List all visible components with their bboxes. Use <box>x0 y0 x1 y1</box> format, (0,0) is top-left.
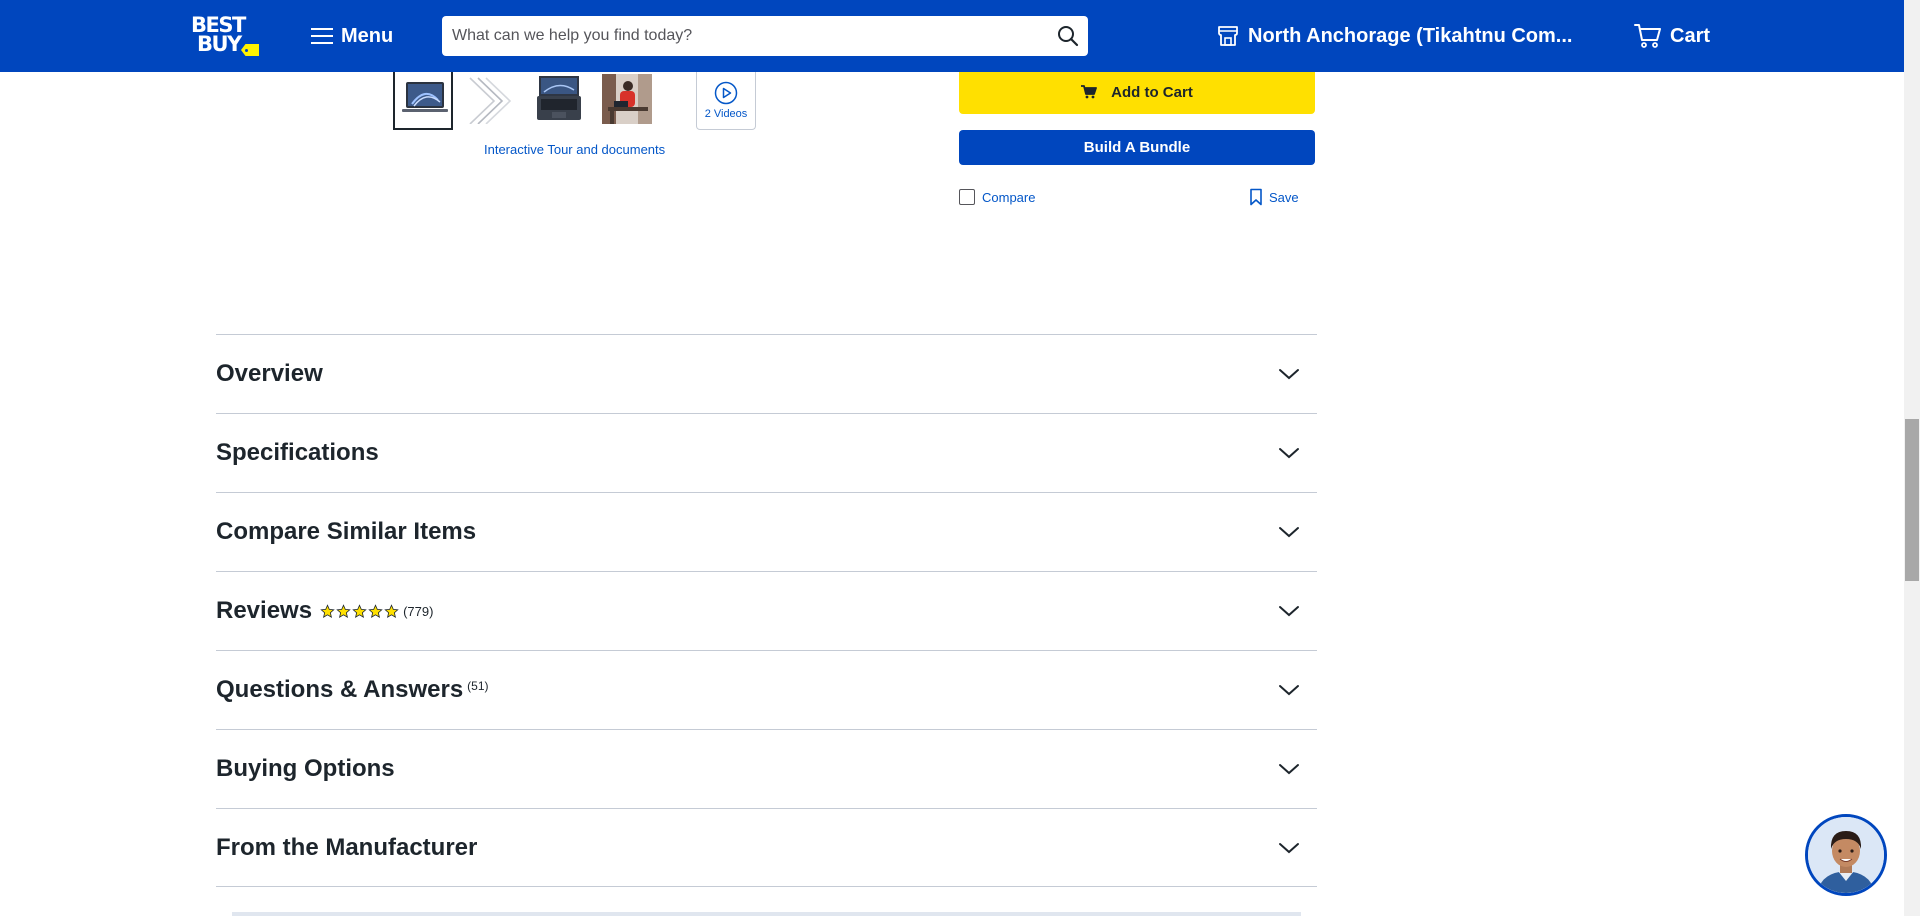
build-a-bundle-label: Build A Bundle <box>1083 139 1191 156</box>
save-button[interactable]: Save <box>1249 188 1299 206</box>
star-rating <box>320 603 399 619</box>
play-icon <box>714 81 738 105</box>
menu-label: Menu <box>341 24 394 47</box>
site-header: BEST BUY Menu What can we help you find … <box>0 0 1904 72</box>
bookmark-icon <box>1250 188 1262 206</box>
laptop-profile-image <box>469 77 512 124</box>
star-icon <box>384 603 399 618</box>
chevron-down-icon <box>1279 527 1299 538</box>
chevron-down-icon <box>1279 606 1299 617</box>
compare-label: Compare <box>982 189 1036 205</box>
assistant-avatar-icon <box>1808 817 1884 893</box>
chevron-down-icon <box>1279 448 1299 459</box>
page-scrollbar-thumb[interactable] <box>1905 419 1919 581</box>
thumbnail-laptop-front[interactable] <box>393 72 453 130</box>
star-icon <box>352 603 367 618</box>
section-title-buying-options: Buying Options <box>216 755 395 782</box>
search-bar <box>442 16 1088 56</box>
best-buy-logo[interactable]: BEST BUY <box>191 15 261 57</box>
qa-meta: (51) <box>467 679 488 693</box>
chevron-down-icon <box>1279 369 1299 380</box>
store-name: North Anchorage (Tikahtnu Com... <box>1248 24 1573 47</box>
chevron-down-icon <box>1279 764 1299 775</box>
videos-label: 2 Videos <box>704 108 748 120</box>
star-icon <box>320 603 335 618</box>
reviews-count: (779) <box>403 603 434 619</box>
star-icon <box>336 603 351 618</box>
thumbnail-laptop-keyboard[interactable] <box>529 72 589 130</box>
cart-icon <box>1081 85 1098 99</box>
laptop-keyboard-image <box>537 76 581 120</box>
save-label: Save <box>1269 189 1299 205</box>
accordion-questions-answers[interactable]: Questions & Answers (51) <box>216 650 1317 729</box>
page: BEST BUY Menu What can we help you find … <box>0 0 1920 916</box>
cart-label: Cart <box>1670 24 1711 47</box>
accordion-reviews[interactable]: Reviews (779) <box>216 571 1317 650</box>
hamburger-icon <box>311 28 333 44</box>
videos-button[interactable]: 2 Videos <box>696 72 756 130</box>
thumbnail-person-using-laptop[interactable] <box>597 72 657 130</box>
accordion-buying-options[interactable]: Buying Options <box>216 729 1317 808</box>
cart-icon <box>1634 24 1661 48</box>
section-title-compare-similar: Compare Similar Items <box>216 518 477 545</box>
logo-line-2: BUY <box>197 32 242 56</box>
thumbnail-laptop-profile[interactable] <box>461 72 521 130</box>
checkbox-icon <box>959 189 975 205</box>
next-section-edge <box>232 912 1301 916</box>
chat-assistant-button[interactable] <box>1805 814 1887 896</box>
cart-button[interactable]: Cart <box>1634 20 1710 52</box>
section-title-from-manufacturer: From the Manufacturer <box>216 833 478 861</box>
menu-button[interactable]: Menu <box>311 18 393 54</box>
add-to-cart-button[interactable]: Add to Cart <box>959 70 1315 114</box>
accordion-overview[interactable]: Overview <box>216 334 1317 413</box>
section-title-reviews: Reviews <box>216 597 313 624</box>
section-title-specifications: Specifications <box>216 439 379 466</box>
reviews-meta: (779) <box>320 604 433 619</box>
accordion-compare-similar[interactable]: Compare Similar Items <box>216 492 1317 571</box>
laptop-front-image <box>402 82 448 112</box>
interactive-tour-link[interactable]: Interactive Tour and documents <box>484 142 665 157</box>
build-a-bundle-button[interactable]: Build A Bundle <box>959 130 1315 165</box>
store-selector[interactable]: North Anchorage (Tikahtnu Com... <box>1216 20 1572 52</box>
compare-checkbox[interactable]: Compare <box>959 189 1035 205</box>
store-icon <box>1218 26 1238 46</box>
product-details-accordion: Overview Specifications Compare Similar … <box>216 334 1317 887</box>
section-title-questions-answers: Questions & Answers <box>216 676 464 703</box>
add-to-cart-label: Add to Cart <box>1111 83 1193 101</box>
qa-count: (51) <box>467 679 489 693</box>
accordion-from-manufacturer[interactable]: From the Manufacturer <box>216 808 1317 887</box>
logo-tag-icon <box>241 44 259 56</box>
search-icon[interactable] <box>1048 16 1088 56</box>
star-icon <box>368 603 383 618</box>
search-input[interactable] <box>442 16 1048 56</box>
chevron-down-icon <box>1279 842 1299 853</box>
chevron-down-icon <box>1279 685 1299 696</box>
lifestyle-photo-image <box>602 74 652 124</box>
section-title-overview: Overview <box>216 360 323 387</box>
accordion-specifications[interactable]: Specifications <box>216 413 1317 492</box>
